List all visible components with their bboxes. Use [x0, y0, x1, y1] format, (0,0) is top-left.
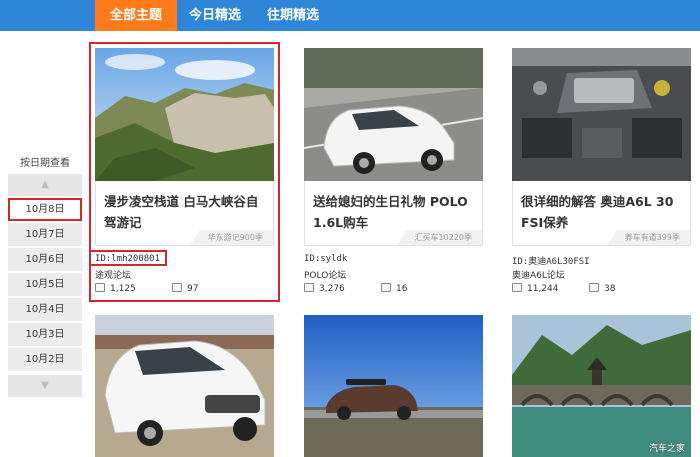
comment-icon [381, 283, 391, 292]
post-photo-peugeot[interactable] [95, 315, 274, 457]
post-source-tag: 汇买车10220季 [396, 230, 482, 245]
author-id[interactable]: ID:奥迪A6L30FSI [512, 254, 590, 267]
post-card[interactable]: 送给媳妇的生日礼物 POLO 1.6L购车 汇买车10220季 ID:syldk… [304, 48, 483, 298]
sidebar-title: 按日期查看 [20, 158, 70, 169]
view-count-value: 3,276 [319, 284, 345, 294]
post-title-box: 送给媳妇的生日礼物 POLO 1.6L购车 汇买车10220季 [304, 181, 483, 246]
views-icon [304, 283, 314, 292]
forum-link[interactable]: 奥迪A6L论坛 [512, 268, 565, 281]
post-photo-engine[interactable] [512, 48, 691, 181]
sidebar-item-date[interactable]: 10月5日 [8, 273, 82, 296]
forum-link[interactable]: POLO论坛 [304, 268, 346, 281]
tab-all-topics[interactable]: 全部主题 [95, 0, 177, 31]
post-title[interactable]: 很详细的解答 奥迪A6L 30 FSI保养 [521, 191, 687, 233]
post-source-tag: 养车有道399季 [606, 230, 690, 245]
sidebar-item-date[interactable]: 10月7日 [8, 223, 82, 246]
views-icon [512, 283, 522, 292]
watermark: 汽车之家 [648, 444, 685, 454]
sidebar-item-date[interactable]: 10月3日 [8, 323, 82, 346]
comment-count: 38 [589, 283, 615, 295]
sidebar-item-date[interactable]: 10月4日 [8, 298, 82, 321]
date-sidebar: 按日期查看 ▲ 10月8日 10月7日 10月6日 10月5日 10月4日 10… [8, 154, 82, 397]
view-count: 11,244 [512, 283, 559, 295]
tab-today-picks[interactable]: 今日精选 [177, 0, 253, 31]
post-photo-suv-road[interactable] [304, 315, 483, 457]
post-card[interactable] [95, 315, 274, 457]
comment-count-value: 16 [396, 284, 408, 294]
author-id[interactable]: ID:syldk [304, 254, 347, 264]
view-count-value: 11,244 [527, 284, 559, 294]
post-photo-white-car[interactable] [304, 48, 483, 181]
post-card[interactable]: 很详细的解答 奥迪A6L 30 FSI保养 养车有道399季 ID:奥迪A6L3… [512, 48, 691, 298]
sidebar-item-date[interactable]: 10月2日 [8, 348, 82, 371]
view-count: 3,276 [304, 283, 345, 295]
comment-count-value: 38 [604, 284, 616, 294]
sidebar-item-date[interactable]: 10月8日 [8, 198, 82, 221]
post-title-box: 很详细的解答 奥迪A6L 30 FSI保养 养车有道399季 [512, 181, 691, 246]
author-id-highlight [89, 250, 167, 266]
chevron-down-icon[interactable]: ▼ [8, 375, 82, 397]
post-photo-bridge-river[interactable] [512, 315, 691, 457]
comment-count: 16 [381, 283, 407, 295]
post-card[interactable]: 汽车之家 [512, 315, 691, 457]
post-card[interactable] [304, 315, 483, 457]
post-title[interactable]: 送给媳妇的生日礼物 POLO 1.6L购车 [313, 191, 479, 233]
comment-icon [589, 283, 599, 292]
top-nav-bar: 全部主题 今日精选 往期精选 [0, 0, 700, 31]
chevron-up-icon[interactable]: ▲ [8, 174, 82, 196]
sidebar-item-date[interactable]: 10月6日 [8, 248, 82, 271]
tab-past-picks[interactable]: 往期精选 [253, 0, 333, 31]
